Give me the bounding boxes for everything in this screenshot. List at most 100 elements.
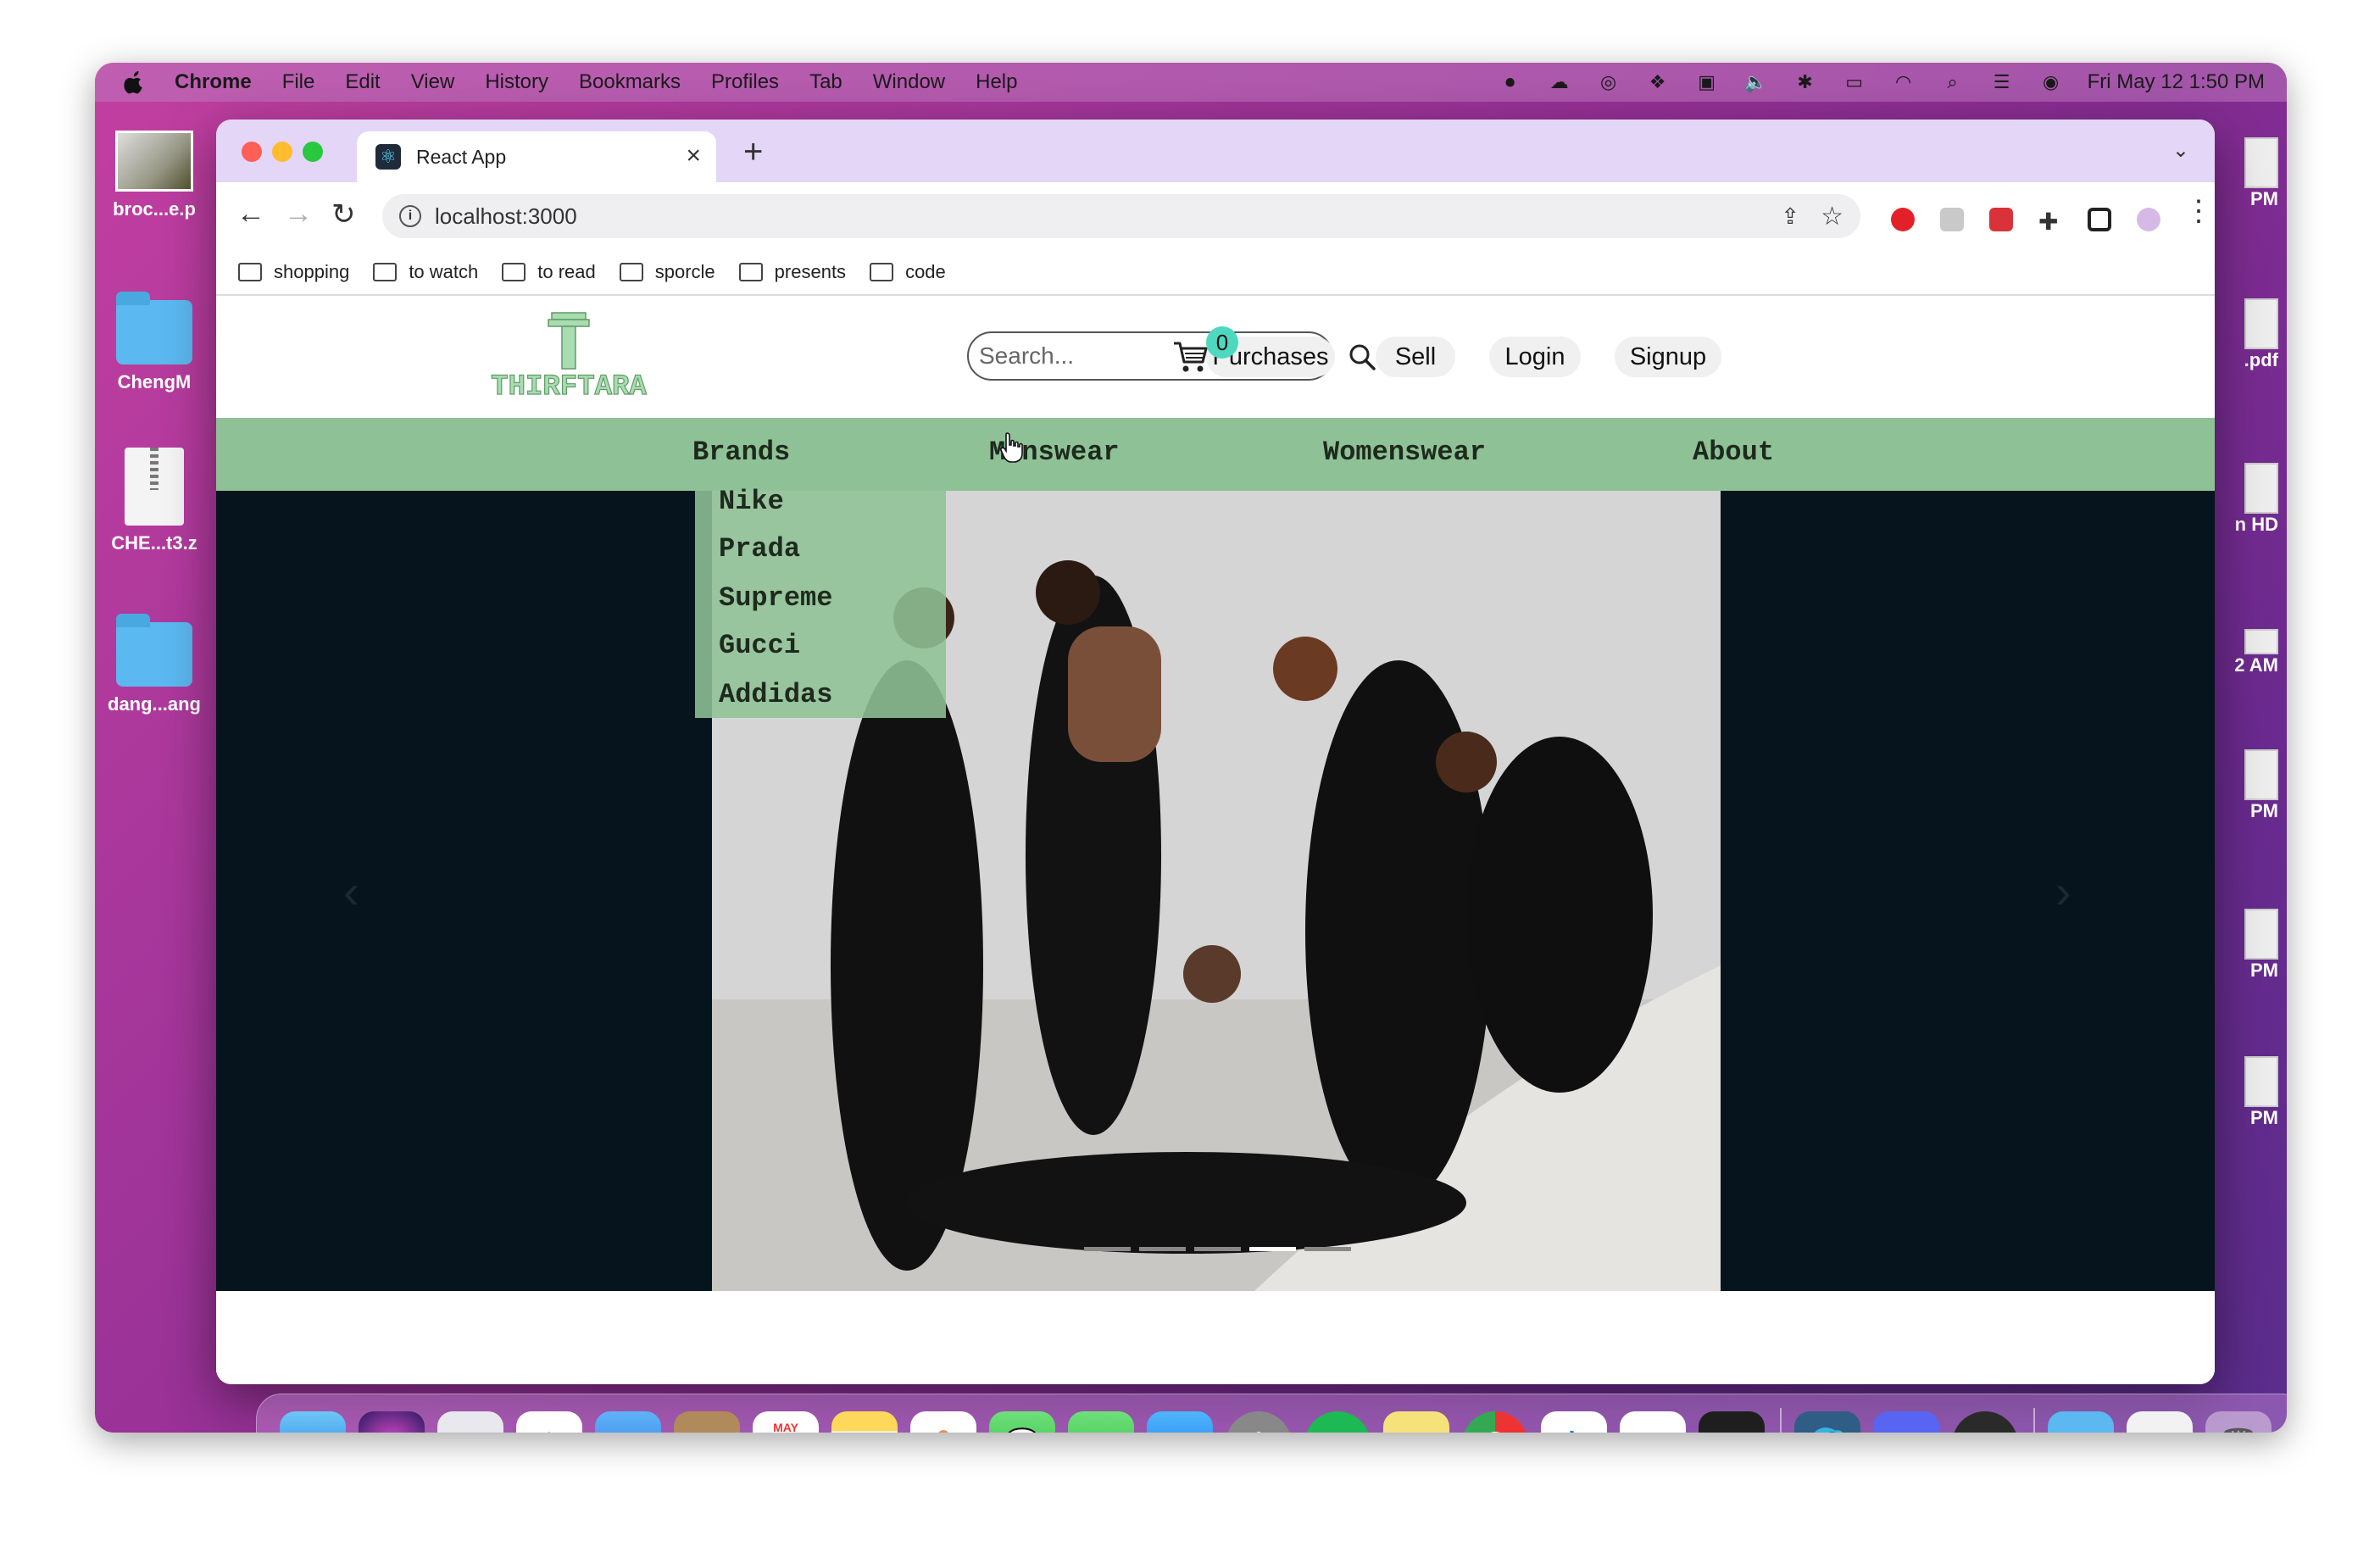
downloads-folder-icon[interactable] (2048, 1411, 2114, 1433)
stickies-icon[interactable]: ≡ (1383, 1411, 1449, 1433)
zoom-window-button[interactable] (303, 142, 323, 162)
carousel-indicator[interactable] (1139, 1247, 1186, 1251)
messages-icon[interactable]: 💬 (989, 1411, 1055, 1433)
nav-womenswear[interactable]: Womenswear (1323, 437, 1486, 468)
carousel-indicator[interactable] (1084, 1247, 1131, 1251)
menu-file[interactable]: File (282, 70, 315, 94)
system-settings-icon[interactable]: ⚙ (1226, 1411, 1292, 1433)
battery-icon[interactable]: ▭ (1842, 71, 1867, 93)
bookmark-to-read[interactable]: to read (502, 261, 596, 283)
carousel-indicator[interactable] (1304, 1247, 1351, 1251)
menu-view[interactable]: View (411, 70, 455, 94)
back-icon[interactable]: ← (236, 198, 265, 231)
url-text[interactable]: localhost:3000 (435, 203, 577, 230)
brand-item-supreme[interactable]: Supreme (719, 582, 832, 614)
search-icon[interactable] (1347, 342, 1377, 372)
tab-react-app[interactable]: ⚛ React App × (357, 131, 716, 182)
menu-edit[interactable]: Edit (345, 70, 380, 94)
brand-item-prada[interactable]: Prada (719, 533, 800, 565)
menu-app-name[interactable]: Chrome (175, 70, 252, 94)
notes-icon[interactable] (831, 1411, 898, 1433)
close-window-button[interactable] (242, 142, 262, 162)
dropbox-icon[interactable]: ❖ (1645, 71, 1671, 93)
brand-item-nike[interactable]: Nike (719, 486, 784, 517)
apple-menu-icon[interactable] (124, 70, 146, 94)
extensions-puzzle-icon[interactable]: ✚ (2038, 208, 2062, 235)
minimize-window-button[interactable] (272, 142, 292, 162)
mail-icon[interactable]: ✉ (595, 1411, 661, 1433)
tab-search-chevron-icon[interactable]: ⌄ (2172, 138, 2189, 163)
finder-icon[interactable]: ☺ (280, 1411, 346, 1433)
outlook-icon[interactable]: O (1620, 1411, 1686, 1433)
menu-profiles[interactable]: Profiles (711, 70, 779, 94)
launchpad-icon[interactable]: ▦ (437, 1411, 503, 1433)
menu-bookmarks[interactable]: Bookmarks (579, 70, 681, 94)
site-info-icon[interactable]: i (399, 205, 421, 227)
keyboard-input-icon[interactable]: ▣ (1694, 71, 1720, 93)
chrome-icon[interactable] (1462, 1411, 1528, 1433)
new-tab-icon[interactable]: + (743, 133, 763, 171)
siri-status-icon[interactable]: ◉ (2038, 71, 2064, 93)
sell-button[interactable]: Sell (1376, 337, 1455, 377)
creative-cloud-icon[interactable]: ◎ (1596, 71, 1621, 93)
siri-icon[interactable]: ◉ (359, 1411, 425, 1433)
mysql-workbench-icon[interactable]: 🐬 (1794, 1411, 1860, 1433)
carousel-next-icon[interactable]: › (2055, 864, 2071, 919)
brand-item-addidas[interactable]: Addidas (719, 679, 832, 710)
carousel-indicator-active[interactable] (1249, 1247, 1296, 1251)
desktop-item-image[interactable]: broc...e.p (95, 131, 214, 220)
calendar-icon[interactable]: MAY 12 (753, 1411, 819, 1433)
spotlight-search-icon[interactable]: ⌕ (1940, 71, 1966, 93)
address-bar[interactable]: i localhost:3000 ⇪ ☆ (382, 194, 1860, 238)
facetime-icon[interactable]: ▶ (1068, 1411, 1134, 1433)
share-icon[interactable]: ⇪ (1781, 203, 1799, 230)
wifi-icon[interactable]: ◠ (1891, 71, 1916, 93)
trash-icon[interactable]: 🗑 (2205, 1411, 2272, 1433)
spotify-icon[interactable]: ≋ (1304, 1411, 1371, 1433)
chrome-menu-icon[interactable]: ⋮ (2184, 194, 2213, 228)
quicktime-icon[interactable]: Q (1952, 1411, 2018, 1433)
control-center-icon[interactable]: ☰ (1989, 71, 2015, 93)
nav-brands[interactable]: Brands (692, 437, 790, 468)
signup-button[interactable]: Signup (1615, 337, 1721, 377)
bookmark-code[interactable]: code (870, 261, 946, 283)
carousel-indicator[interactable] (1194, 1247, 1241, 1251)
desktop-item-folder[interactable]: dang...ang (95, 614, 214, 715)
menu-clock[interactable]: Fri May 12 1:50 PM (2088, 70, 2265, 94)
bluetooth-icon[interactable]: ✱ (1793, 71, 1818, 93)
discord-icon[interactable]: ◕ (1873, 1411, 1939, 1433)
terminal-icon[interactable]: >_ (1699, 1411, 1765, 1433)
app-store-icon[interactable]: A (1147, 1411, 1213, 1433)
extension-icon[interactable] (1989, 208, 2013, 231)
menu-tab[interactable]: Tab (809, 70, 842, 94)
carousel-prev-icon[interactable]: ‹ (343, 864, 359, 919)
vscode-icon[interactable]: ⟩ (1541, 1411, 1607, 1433)
extension-icon[interactable] (1940, 208, 1964, 231)
shopping-cart-icon[interactable] (1172, 340, 1208, 374)
login-button[interactable]: Login (1489, 337, 1581, 377)
close-tab-icon[interactable]: × (686, 142, 701, 170)
document-icon[interactable]: DOC (2127, 1411, 2193, 1433)
cloud-icon[interactable]: ☁ (1547, 71, 1572, 93)
side-panel-icon[interactable] (2088, 208, 2111, 231)
forward-icon[interactable]: → (284, 198, 313, 231)
safari-icon[interactable]: ✧ (516, 1411, 582, 1433)
bookmark-shopping[interactable]: shopping (238, 261, 349, 283)
opera-extension-icon[interactable] (1891, 208, 1915, 231)
bookmark-sporcle[interactable]: sporcle (619, 261, 715, 283)
photos-icon[interactable]: ✿ (910, 1411, 976, 1433)
menu-window[interactable]: Window (873, 70, 945, 94)
bookmark-to-watch[interactable]: to watch (373, 261, 478, 283)
bookmark-presents[interactable]: presents (738, 261, 846, 283)
brand-item-gucci[interactable]: Gucci (719, 630, 800, 661)
bookmark-star-icon[interactable]: ☆ (1821, 202, 1843, 231)
menu-help[interactable]: Help (976, 70, 1017, 94)
thirftara-logo[interactable]: THIRFTARA (470, 309, 667, 403)
menu-history[interactable]: History (485, 70, 548, 94)
reload-icon[interactable]: ↻ (331, 198, 356, 231)
volume-icon[interactable]: 🔈 (1743, 71, 1769, 93)
nav-about[interactable]: About (1693, 437, 1774, 468)
desktop-item-folder[interactable]: ChengM (95, 292, 214, 393)
desktop-item-zip[interactable]: CHE...t3.z (95, 448, 214, 554)
stop-recording-icon[interactable]: ⏺ (1498, 71, 1523, 93)
